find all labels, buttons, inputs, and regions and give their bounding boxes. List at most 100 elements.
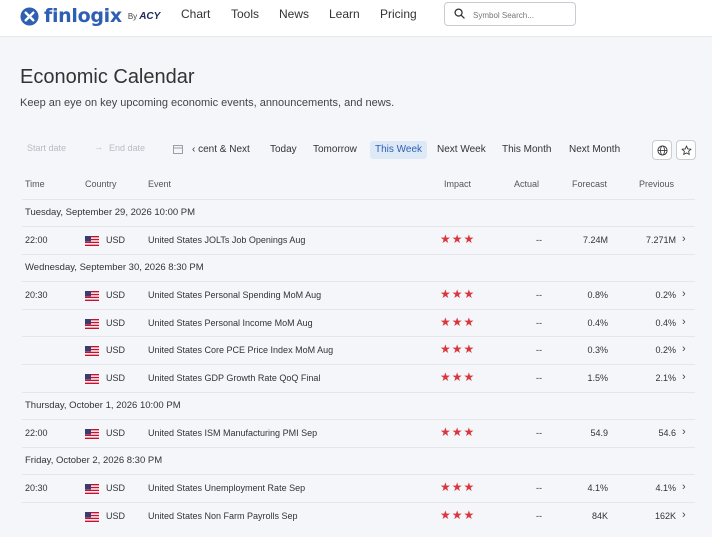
end-date-input[interactable]: End date [109, 143, 145, 153]
chevron-right-icon[interactable]: › [682, 343, 686, 355]
chevron-right-icon[interactable]: › [682, 371, 686, 383]
chevron-left-icon: ‹ [192, 144, 196, 155]
col-country: Country [85, 179, 117, 189]
col-forecast: Forecast [572, 179, 608, 189]
nav-news[interactable]: News [279, 7, 309, 21]
event-actual: -- [536, 318, 542, 328]
event-name: United States GDP Growth Rate QoQ Final [148, 373, 321, 383]
event-time: 22:00 [25, 235, 48, 245]
impact-stars: ★★★ [440, 425, 476, 439]
symbol-search[interactable] [444, 2, 576, 26]
tab-next-week[interactable]: Next Week [432, 141, 491, 159]
us-flag-icon [85, 484, 99, 494]
event-previous: 0.2% [655, 290, 676, 300]
event-actual: -- [536, 428, 542, 438]
event-row[interactable]: USD United States Core PCE Price Index M… [22, 336, 695, 364]
nav-learn[interactable]: Learn [329, 7, 360, 21]
tab-next-month[interactable]: Next Month [564, 141, 625, 159]
event-name: United States Personal Spending MoM Aug [148, 290, 322, 300]
event-currency: USD [106, 235, 126, 245]
us-flag-icon [85, 291, 99, 301]
event-actual: -- [536, 235, 542, 245]
partner-logo: ACY [139, 10, 161, 22]
impact-stars: ★★★ [440, 370, 476, 384]
event-actual: -- [536, 345, 542, 355]
event-row[interactable]: 20:30 USD United States Unemployment Rat… [22, 474, 695, 502]
event-forecast: 4.1% [587, 483, 608, 493]
event-name: United States ISM Manufacturing PMI Sep [148, 428, 318, 438]
event-time: 20:30 [25, 483, 48, 493]
table-header: Time Country Event Impact Actual Forecas… [0, 177, 712, 193]
impact-stars: ★★★ [440, 342, 476, 356]
calendar-icon[interactable] [173, 144, 183, 154]
col-impact: Impact [444, 179, 472, 189]
impact-stars: ★★★ [440, 315, 476, 329]
nav-pricing[interactable]: Pricing [380, 7, 417, 21]
event-previous: 4.1% [655, 483, 676, 493]
search-icon [454, 8, 465, 19]
tab-this-week[interactable]: This Week [370, 141, 428, 159]
event-row[interactable]: USD United States Personal Income MoM Au… [22, 309, 695, 337]
event-actual: -- [536, 290, 542, 300]
event-forecast: 0.3% [587, 345, 608, 355]
col-actual: Actual [514, 179, 540, 189]
event-actual: -- [536, 483, 542, 493]
event-actual: -- [536, 511, 542, 521]
event-currency: USD [106, 345, 126, 355]
chevron-right-icon[interactable]: › [682, 233, 686, 245]
date-group-header: Wednesday, September 30, 2026 8:30 PM [22, 254, 695, 282]
star-outline-icon [681, 145, 691, 155]
event-row[interactable]: 22:00 USD United States JOLTs Job Openin… [22, 226, 695, 254]
event-row[interactable]: USD United States Non Farm Payrolls Sep … [22, 502, 695, 530]
chevron-right-icon[interactable]: › [682, 426, 686, 438]
tab-recent-next[interactable]: ‹ cent & Next [187, 141, 255, 159]
event-previous: 0.2% [655, 345, 676, 355]
event-name: United States Non Farm Payrolls Sep [148, 511, 298, 521]
event-forecast: 84K [591, 511, 608, 521]
event-row[interactable]: USD United States GDP Growth Rate QoQ Fi… [22, 364, 695, 392]
arrow-right-icon: → [94, 142, 103, 152]
event-name: United States Unemployment Rate Sep [148, 483, 306, 493]
us-flag-icon [85, 319, 99, 329]
group-date: Wednesday, September 30, 2026 8:30 PM [25, 262, 204, 273]
filter-bar: Start date → End date ‹ cent & Next Toda… [0, 140, 712, 160]
globe-icon [656, 144, 668, 156]
event-currency: USD [106, 318, 126, 328]
favorites-button[interactable] [676, 140, 696, 160]
brand-name: finlogix [44, 5, 122, 27]
page-subtitle: Keep an eye on key upcoming economic eve… [20, 97, 395, 109]
timezone-button[interactable] [652, 140, 672, 160]
event-time: 20:30 [25, 290, 48, 300]
chevron-right-icon[interactable]: › [682, 509, 686, 521]
chevron-right-icon[interactable]: › [682, 288, 686, 300]
impact-stars: ★★★ [440, 232, 476, 246]
impact-stars: ★★★ [440, 508, 476, 522]
chevron-right-icon[interactable]: › [682, 316, 686, 328]
event-row[interactable]: 22:00 USD United States ISM Manufacturin… [22, 419, 695, 447]
event-previous: 162K [654, 511, 676, 521]
group-date: Friday, October 2, 2026 8:30 PM [25, 455, 163, 466]
symbol-search-input[interactable] [471, 6, 573, 24]
event-currency: USD [106, 428, 126, 438]
nav-chart[interactable]: Chart [181, 7, 210, 21]
col-previous: Previous [639, 179, 675, 189]
event-previous: 2.1% [655, 373, 676, 383]
nav-tools[interactable]: Tools [231, 7, 259, 21]
tab-this-month[interactable]: This Month [497, 141, 556, 159]
finlogix-logo-icon [20, 6, 39, 26]
event-currency: USD [106, 373, 126, 383]
event-actual: -- [536, 373, 542, 383]
finlogix-logo[interactable]: finlogix By ACY [20, 5, 160, 27]
us-flag-icon [85, 429, 99, 439]
event-previous: 7.271M [645, 235, 676, 245]
tab-tomorrow[interactable]: Tomorrow [308, 141, 362, 159]
event-forecast: 7.24M [582, 235, 608, 245]
tab-today[interactable]: Today [265, 141, 302, 159]
us-flag-icon [85, 346, 99, 356]
event-forecast: 1.5% [587, 373, 608, 383]
event-forecast: 54.9 [590, 428, 608, 438]
chevron-right-icon[interactable]: › [682, 481, 686, 493]
event-row[interactable]: 20:30 USD United States Personal Spendin… [22, 281, 695, 309]
us-flag-icon [85, 236, 99, 246]
start-date-input[interactable]: Start date [27, 143, 66, 153]
